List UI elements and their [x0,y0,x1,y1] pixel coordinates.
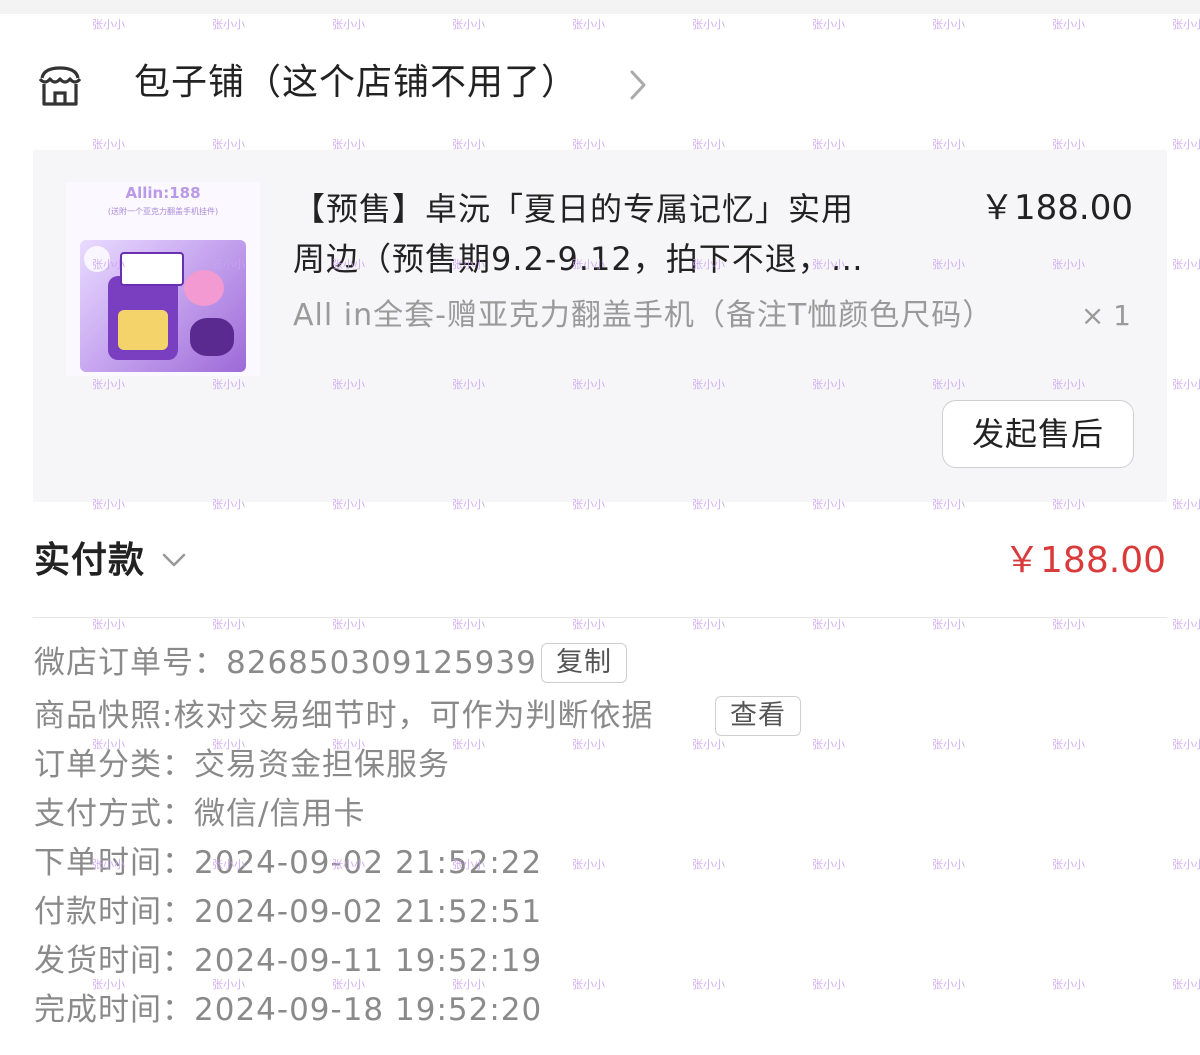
product-title-line1: 【预售】卓沅「夏日的专属记忆」实用 [293,190,855,228]
watermark-text: 张小小 [92,618,125,631]
watermark-text: 张小小 [1172,738,1200,751]
watermark-text: 张小小 [1172,258,1200,271]
watermark-text: 张小小 [212,618,245,631]
divider [33,617,1167,618]
ship-time-row: 发货时间：2024-09-11 19:52:19 [34,938,1174,987]
payment-method-row: 支付方式：微信/信用卡 [34,791,1174,840]
snapshot-label: 商品快照: [34,698,174,734]
order-time-row: 下单时间：2024-09-02 21:52:22 [34,840,1174,889]
shop-name[interactable]: 包子铺（这个店铺不用了） [134,60,578,106]
watermark-text: 张小小 [932,618,965,631]
product-thumbnail[interactable]: Allin:188 (送附一个亚克力翻盖手机挂件) [66,182,260,376]
order-category-label: 订单分类： [34,747,194,783]
watermark-text: 张小小 [1172,978,1200,991]
aftersale-button[interactable]: 发起售后 [942,400,1134,468]
order-category-value: 交易资金担保服务 [194,747,450,783]
payment-method-value: 微信/信用卡 [194,796,366,832]
payment-method-label: 支付方式： [34,796,194,832]
watermark-text: 张小小 [452,18,485,31]
paid-amount: ￥188.00 [1004,540,1166,581]
watermark-text: 张小小 [332,18,365,31]
ship-time-value: 2024-09-11 19:52:19 [194,943,543,979]
pay-time-row: 付款时间：2024-09-02 21:52:51 [34,889,1174,938]
paid-label[interactable]: 实付款 [34,538,145,584]
complete-time-label: 完成时间： [34,992,194,1028]
ship-time-label: 发货时间： [34,943,194,979]
thumbnail-brand-text: Allin:188 [125,184,201,202]
chevron-down-icon[interactable] [160,548,188,572]
view-snapshot-button[interactable]: 查看 [715,696,801,736]
watermark-text: 张小小 [1172,378,1200,391]
copy-button[interactable]: 复制 [541,643,627,683]
complete-time-value: 2024-09-18 19:52:20 [194,992,543,1028]
watermark-text: 张小小 [572,18,605,31]
order-details: 微店订单号：826850309125939 复制 商品快照:核对交易细节时，可作… [34,640,1174,1036]
product-title[interactable]: 【预售】卓沅「夏日的专属记忆」实用 周边（预售期9.2-9.12，拍下不退，… [293,184,913,284]
watermark-text: 张小小 [332,618,365,631]
watermark-text: 张小小 [1172,858,1200,871]
complete-time-row: 完成时间：2024-09-18 19:52:20 [34,987,1174,1036]
watermark-text: 张小小 [1172,138,1200,151]
watermark-text: 张小小 [692,618,725,631]
watermark-text: 张小小 [692,18,725,31]
thumbnail-artwork [80,240,246,372]
watermark-text: 张小小 [812,618,845,631]
watermark-text: 张小小 [92,18,125,31]
watermark-text: 张小小 [1172,618,1200,631]
watermark-text: 张小小 [1052,618,1085,631]
product-sku: All in全套-赠亚克力翻盖手机（备注T恤颜色尺码） [293,298,994,333]
product-title-line2: 周边（预售期9.2-9.12，拍下不退，… [293,240,864,278]
paid-row[interactable]: 实付款 ￥188.00 [0,530,1200,600]
order-number-row: 微店订单号：826850309125939 复制 [34,640,1174,693]
storefront-icon [38,66,82,106]
watermark-text: 张小小 [212,18,245,31]
shop-header[interactable]: 包子铺（这个店铺不用了） [0,40,1200,130]
order-time-value: 2024-09-02 21:52:22 [194,845,543,881]
order-number-label: 微店订单号： [34,645,226,681]
order-time-label: 下单时间： [34,845,194,881]
watermark-text: 张小小 [1172,18,1200,31]
snapshot-row: 商品快照:核对交易细节时，可作为判断依据 查看 [34,693,1174,742]
watermark-text: 张小小 [932,18,965,31]
watermark-text: 张小小 [1052,18,1085,31]
order-category-row: 订单分类：交易资金担保服务 [34,742,1174,791]
product-card[interactable]: Allin:188 (送附一个亚克力翻盖手机挂件) 【预售】卓沅「夏日的专属记忆… [33,150,1167,502]
top-strip [0,0,1200,14]
watermark-text: 张小小 [1172,498,1200,511]
pay-time-value: 2024-09-02 21:52:51 [194,894,543,930]
chevron-right-icon[interactable] [626,68,650,102]
snapshot-value: 核对交易细节时，可作为判断依据 [173,698,654,734]
watermark-text: 张小小 [812,18,845,31]
order-number-value: 826850309125939 [226,645,537,681]
watermark-text: 张小小 [572,618,605,631]
pay-time-label: 付款时间： [34,894,194,930]
watermark-text: 张小小 [452,618,485,631]
product-price: ￥188.00 [980,188,1133,228]
thumbnail-sub-text: (送附一个亚克力翻盖手机挂件) [107,207,219,216]
product-quantity: × 1 [1080,299,1131,332]
